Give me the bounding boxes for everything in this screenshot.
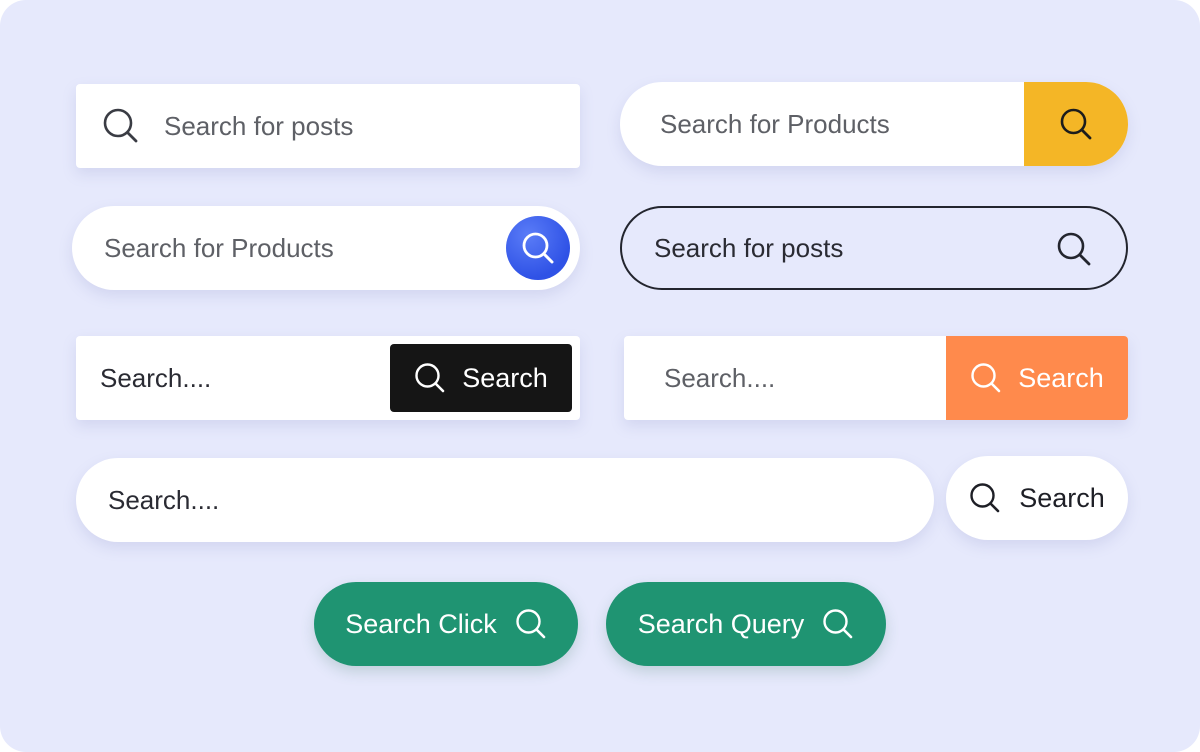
search-button-label: Search bbox=[1019, 482, 1105, 513]
search-bar-products-yellow[interactable]: Search for Products bbox=[620, 82, 1128, 166]
search-button[interactable]: Search bbox=[946, 336, 1128, 420]
search-input-placeholder: Search.... bbox=[108, 484, 220, 515]
search-bar-orange-button[interactable]: Search.... Search bbox=[624, 336, 1128, 420]
search-input-placeholder: Search for Products bbox=[104, 232, 334, 263]
search-input-placeholder: Search.... bbox=[100, 362, 212, 393]
search-icon bbox=[1059, 107, 1093, 141]
search-button-label: Search bbox=[462, 362, 548, 393]
canvas-background: Search for posts Search for Products Sea… bbox=[0, 0, 1200, 752]
search-bar-wide[interactable]: Search.... bbox=[76, 458, 934, 542]
search-icon bbox=[969, 482, 1001, 514]
search-input-placeholder: Search.... bbox=[664, 362, 776, 393]
search-button-pill[interactable]: Search bbox=[946, 456, 1128, 540]
search-click-label: Search Click bbox=[345, 608, 497, 639]
search-input-placeholder: Search for posts bbox=[164, 110, 354, 141]
search-button[interactable] bbox=[1024, 82, 1128, 166]
search-icon bbox=[515, 608, 547, 640]
search-input-placeholder: Search for posts bbox=[654, 232, 844, 263]
search-input-placeholder: Search for Products bbox=[660, 108, 890, 139]
search-icon bbox=[970, 362, 1002, 394]
search-bar-black-button[interactable]: Search.... Search bbox=[76, 336, 580, 420]
search-query-label: Search Query bbox=[637, 608, 805, 639]
search-bar-products-blue[interactable]: Search for Products bbox=[72, 206, 580, 290]
search-icon bbox=[102, 107, 140, 145]
search-bar-posts-outline[interactable]: Search for posts bbox=[620, 206, 1128, 290]
search-icon bbox=[822, 608, 854, 640]
search-button-label: Search bbox=[1018, 362, 1104, 393]
search-query-button[interactable]: Search Query bbox=[606, 582, 886, 666]
search-icon bbox=[521, 231, 555, 265]
search-icon bbox=[414, 362, 446, 394]
search-button[interactable] bbox=[506, 216, 570, 280]
search-button[interactable]: Search bbox=[390, 344, 572, 412]
search-bar-posts[interactable]: Search for posts bbox=[76, 84, 580, 168]
search-icon[interactable] bbox=[1056, 231, 1092, 267]
search-click-button[interactable]: Search Click bbox=[314, 582, 578, 666]
